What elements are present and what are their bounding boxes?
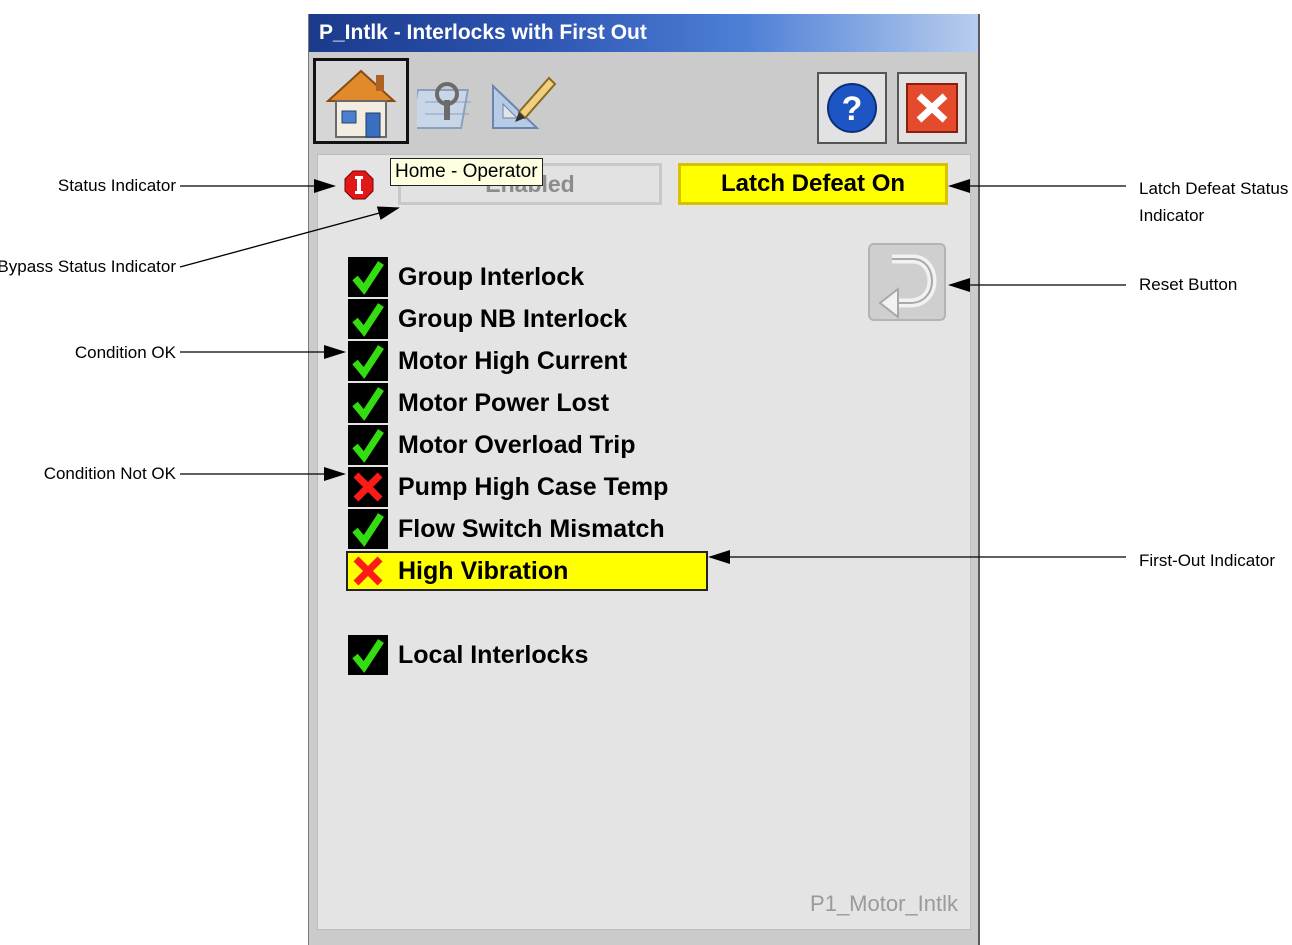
callout-first-out: First-Out Indicator	[1139, 551, 1276, 570]
help-icon: ?	[827, 83, 877, 133]
reset-button[interactable]	[868, 243, 946, 321]
interlock-row: Motor Overload Trip	[348, 425, 708, 465]
window-title: P_Intlk - Interlocks with First Out	[309, 14, 978, 52]
home-tab[interactable]	[313, 58, 409, 144]
cross-icon	[348, 551, 388, 591]
toolbar: ? Home - Operator	[309, 52, 978, 186]
maintenance-tab[interactable]	[409, 72, 477, 132]
check-icon	[348, 425, 388, 465]
local-interlocks-label: Local Interlocks	[398, 641, 589, 669]
interlock-row: Group NB Interlock	[348, 299, 708, 339]
interlock-label: Motor High Current	[398, 347, 628, 375]
latch-defeat-status-indicator: Latch Defeat On	[678, 163, 948, 205]
interlock-row: Pump High Case Temp	[348, 467, 708, 507]
interlock-row: Motor Power Lost	[348, 383, 708, 423]
svg-text:?: ?	[842, 90, 863, 128]
interlock-label: Group Interlock	[398, 263, 585, 291]
check-icon	[348, 383, 388, 423]
interlock-row: Motor High Current	[348, 341, 708, 381]
check-icon	[348, 635, 388, 675]
maintenance-icon	[409, 82, 471, 129]
faceplate-window: P_Intlk - Interlocks with First Out ? Ho…	[308, 14, 980, 945]
help-button[interactable]: ?	[817, 72, 887, 144]
alarm-i-icon	[344, 170, 374, 200]
callout-latch-defeat: Latch Defeat Status Indicator	[1139, 179, 1289, 225]
home-icon	[325, 69, 397, 138]
close-icon	[906, 83, 958, 133]
interlock-row: Group Interlock	[348, 257, 708, 297]
interlock-label: High Vibration	[398, 557, 569, 585]
callout-condition-not-ok: Condition Not OK	[43, 464, 176, 483]
interlock-label: Motor Power Lost	[398, 389, 610, 417]
interlock-label: Group NB Interlock	[398, 305, 628, 333]
reset-arrow-icon	[878, 254, 937, 320]
engineering-icon	[492, 76, 557, 129]
interlock-label: Flow Switch Mismatch	[398, 515, 665, 543]
interlock-row-first-out: High Vibration	[346, 551, 708, 591]
check-icon	[348, 509, 388, 549]
check-icon	[348, 341, 388, 381]
check-icon	[348, 257, 388, 297]
home-tooltip: Home - Operator	[390, 158, 543, 186]
callout-condition-ok: Condition OK	[74, 343, 176, 362]
engineering-tab[interactable]	[489, 72, 559, 132]
tag-name: P1_Motor_Intlk	[810, 891, 958, 916]
interlock-label: Motor Overload Trip	[398, 431, 636, 459]
interlock-row: Flow Switch Mismatch	[348, 509, 708, 549]
cross-icon	[348, 467, 388, 507]
check-icon	[348, 299, 388, 339]
local-interlocks-row: Local Interlocks	[348, 635, 708, 675]
callout-reset-button: Reset Button	[1139, 275, 1238, 294]
callout-status-indicator: Status Indicator	[57, 176, 176, 195]
callout-bypass-status: Bypass Status Indicator	[0, 257, 176, 276]
interlock-label: Pump High Case Temp	[398, 473, 669, 501]
interlock-panel: Enabled Latch Defeat On Group InterlockG…	[317, 154, 971, 930]
close-button[interactable]	[897, 72, 967, 144]
